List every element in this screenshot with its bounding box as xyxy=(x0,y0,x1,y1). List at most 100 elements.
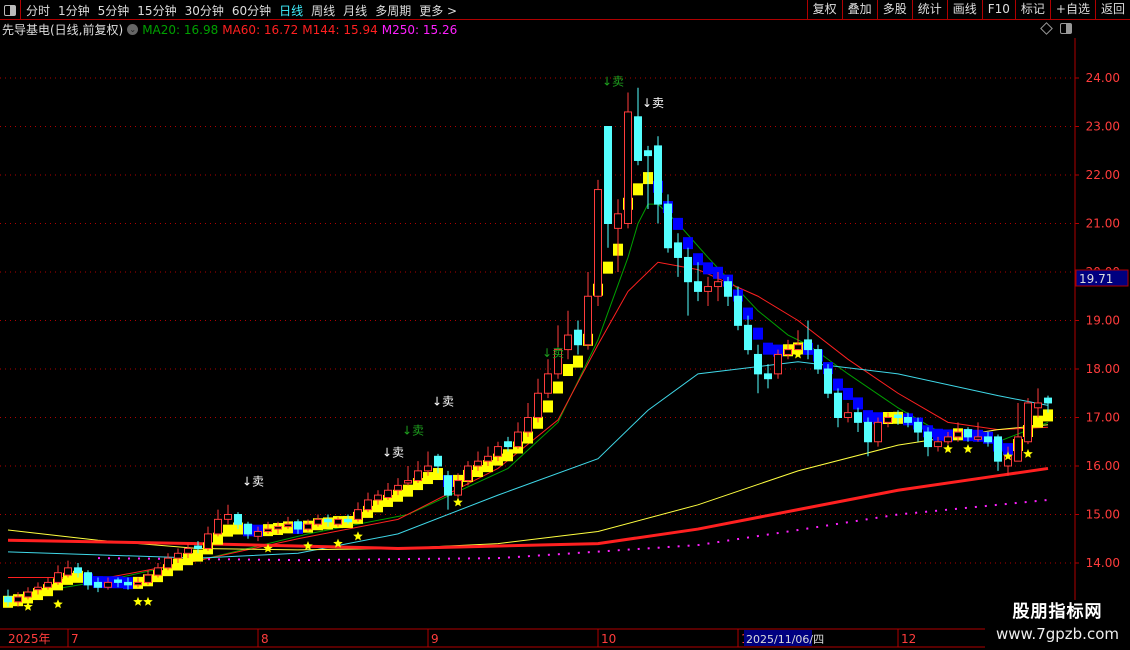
x-tick-label: 8 xyxy=(261,632,269,646)
candle-body xyxy=(354,509,362,520)
buy-star-icon xyxy=(1023,448,1033,458)
candle-body xyxy=(374,494,382,501)
candle-body xyxy=(224,514,232,520)
candle xyxy=(354,502,362,522)
x-tick-label: 7 xyxy=(71,632,79,646)
candle-body xyxy=(344,518,352,523)
buy-star-icon xyxy=(963,444,973,454)
candle-body xyxy=(84,572,92,586)
x-tick-label: 9 xyxy=(431,632,439,646)
candle-body xyxy=(894,414,902,419)
candle-body xyxy=(184,547,192,554)
candle-body xyxy=(544,373,552,394)
candle-body xyxy=(584,295,592,346)
candle-body xyxy=(974,436,982,440)
candle-body xyxy=(264,528,272,532)
candle-body xyxy=(94,581,102,588)
trend-band-segment xyxy=(673,217,683,230)
candle-body xyxy=(934,441,942,448)
candle xyxy=(384,482,392,500)
candle-body xyxy=(274,526,282,530)
candle xyxy=(614,199,622,272)
y-tick-label: 21.00 xyxy=(1086,217,1120,231)
candle-body xyxy=(24,591,32,598)
candle-body xyxy=(924,431,932,448)
candle-body xyxy=(504,441,512,448)
candle xyxy=(1024,398,1032,445)
candle-body xyxy=(114,579,122,583)
candle xyxy=(684,247,692,316)
candle-body xyxy=(804,339,812,351)
candle-body xyxy=(414,470,422,482)
candle-body xyxy=(464,465,472,482)
crosshair-price-label: 19.71 xyxy=(1079,272,1113,286)
candle-body xyxy=(474,460,482,467)
kline-chart[interactable]: 24.0023.0022.0021.0020.0019.0018.0017.00… xyxy=(0,0,1130,650)
candle-body xyxy=(644,150,652,157)
candle-body xyxy=(134,581,142,586)
candle-body xyxy=(1044,397,1052,404)
candle-body xyxy=(304,523,312,530)
trend-band-segment xyxy=(603,261,613,274)
y-tick-label: 19.00 xyxy=(1086,314,1120,328)
candle xyxy=(444,470,452,510)
sell-signal-label: ↓卖 xyxy=(542,346,564,360)
candle-body xyxy=(1014,436,1022,462)
y-tick-label: 22.00 xyxy=(1086,168,1120,182)
candle-body xyxy=(794,344,802,351)
trend-band-segment xyxy=(683,237,693,250)
candle-body xyxy=(914,421,922,433)
candle-body xyxy=(54,572,62,583)
trend-band-segment xyxy=(633,183,643,196)
candle-body xyxy=(1034,402,1042,409)
line-cyan xyxy=(7,361,1049,559)
candle xyxy=(204,526,212,551)
candle xyxy=(654,136,662,224)
buy-star-icon xyxy=(943,444,953,454)
candle xyxy=(634,87,642,166)
candle-body xyxy=(204,533,212,549)
candle-body xyxy=(194,545,202,549)
candle xyxy=(584,272,592,350)
candle xyxy=(844,402,852,423)
line-ma20 xyxy=(7,203,1049,598)
candle-body xyxy=(14,596,22,603)
candle-body xyxy=(824,368,832,394)
candle xyxy=(924,427,932,457)
y-tick-label: 15.00 xyxy=(1086,508,1120,522)
watermark: 股朋指标网 www.7gpzb.com xyxy=(985,600,1130,650)
candle-body xyxy=(564,334,572,351)
candle-body xyxy=(524,417,532,433)
candle xyxy=(994,434,1002,471)
candle xyxy=(524,402,532,437)
sell-signal-label: ↓卖 xyxy=(402,423,424,437)
candle xyxy=(84,570,92,590)
candle xyxy=(534,378,542,423)
candle xyxy=(364,492,372,513)
candle-body xyxy=(874,421,882,443)
y-tick-label: 18.00 xyxy=(1086,362,1120,376)
candle-body xyxy=(384,489,392,499)
crosshair-date-label: 2025/11/06/四 xyxy=(746,633,824,646)
candle-body xyxy=(834,392,842,418)
candle-body xyxy=(394,484,402,491)
candle-body xyxy=(534,392,542,418)
candle xyxy=(824,364,832,399)
candle-body xyxy=(324,518,332,523)
candle xyxy=(164,553,172,571)
candle-body xyxy=(604,126,612,224)
candle-body xyxy=(704,286,712,292)
candle-body xyxy=(454,480,462,496)
candle-body xyxy=(444,475,452,496)
candle-body xyxy=(494,446,502,457)
candle-body xyxy=(424,465,432,472)
candle-body xyxy=(144,574,152,583)
candle-body xyxy=(734,295,742,326)
candle xyxy=(774,349,782,379)
candle xyxy=(674,233,682,277)
candle-body xyxy=(294,521,302,530)
candle-body xyxy=(884,417,892,423)
candle xyxy=(624,92,632,229)
candle-body xyxy=(174,552,182,559)
candle xyxy=(754,344,762,394)
